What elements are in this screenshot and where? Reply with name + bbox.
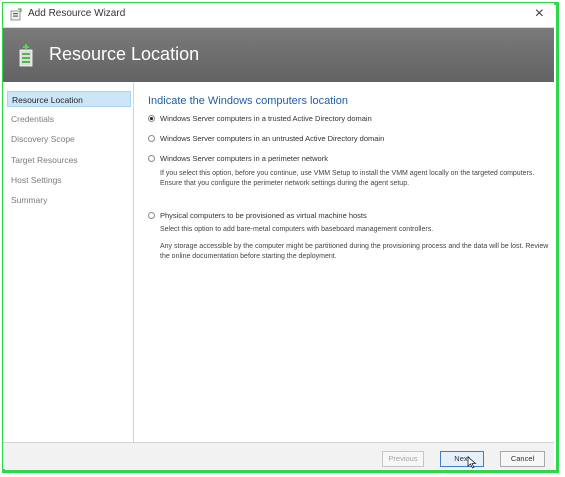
nav-item-target-resources[interactable]: Target Resources (7, 152, 131, 168)
radio-physical-computers[interactable] (148, 212, 155, 219)
cancel-button[interactable]: Cancel (500, 451, 545, 467)
wizard-header: Resource Location (3, 28, 554, 82)
nav-item-resource-location[interactable]: Resource Location (7, 91, 131, 107)
wizard-app-icon (10, 8, 22, 21)
physical-description: Select this option to add bare-metal com… (160, 226, 434, 233)
wizard-step-nav: Resource Location Credentials Discovery … (3, 82, 134, 467)
title-bar: Add Resource Wizard × (3, 3, 554, 28)
wizard-content-panel: Indicate the Windows computers location … (134, 82, 554, 442)
previous-button[interactable]: Previous (382, 451, 424, 467)
option-physical-computers[interactable]: Physical computers to be provisioned as … (148, 211, 367, 220)
option-physical-computers-label: Physical computers to be provisioned as … (160, 211, 367, 220)
perimeter-description: If you select this option, before you co… (160, 170, 535, 187)
radio-trusted-domain[interactable] (148, 115, 155, 122)
nav-item-discovery-scope[interactable]: Discovery Scope (7, 131, 131, 147)
window-title: Add Resource Wizard (28, 8, 126, 19)
radio-untrusted-domain[interactable] (148, 135, 155, 142)
close-icon[interactable]: × (535, 5, 544, 23)
page-title: Resource Location (49, 44, 200, 64)
section-heading: Indicate the Windows computers location (148, 95, 348, 107)
radio-perimeter-network[interactable] (148, 155, 155, 162)
nav-item-host-settings[interactable]: Host Settings (7, 172, 131, 188)
wizard-resource-icon (19, 44, 33, 67)
option-trusted-domain[interactable]: Windows Server computers in a trusted Ac… (148, 114, 372, 123)
option-untrusted-domain-label: Windows Server computers in an untrusted… (160, 134, 385, 143)
option-untrusted-domain[interactable]: Windows Server computers in an untrusted… (148, 134, 384, 143)
option-perimeter-network[interactable]: Windows Server computers in a perimeter … (148, 154, 328, 163)
option-perimeter-network-label: Windows Server computers in a perimeter … (160, 154, 328, 163)
next-button[interactable]: Next (440, 451, 484, 467)
nav-item-credentials[interactable]: Credentials (7, 111, 131, 127)
nav-item-summary[interactable]: Summary (7, 192, 131, 208)
storage-warning: Any storage accessible by the computer m… (160, 243, 549, 260)
mouse-cursor-icon (467, 456, 477, 469)
option-trusted-domain-label: Windows Server computers in a trusted Ac… (160, 114, 372, 123)
